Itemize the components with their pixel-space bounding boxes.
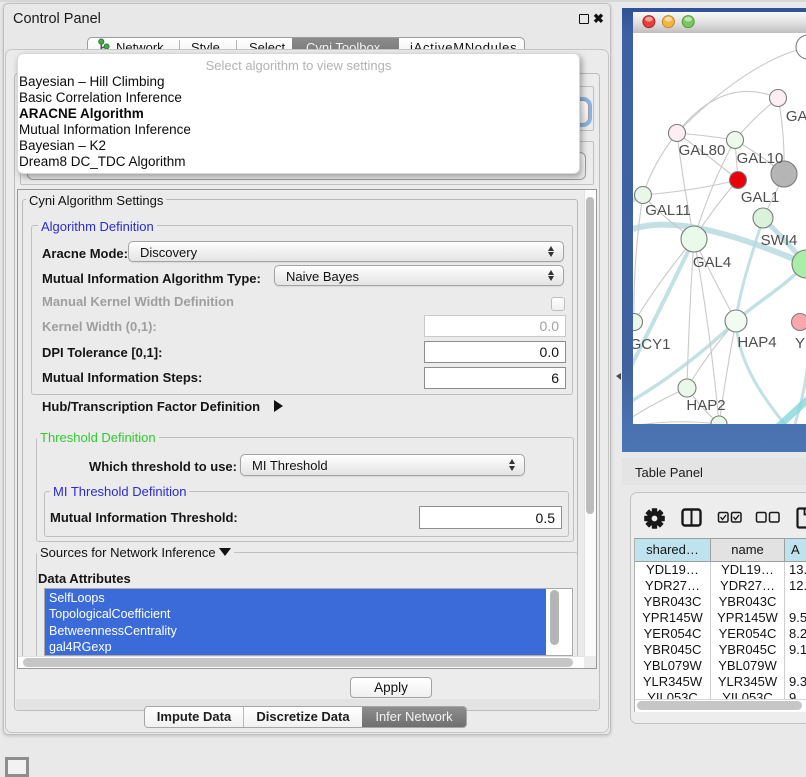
svg-text:HAP4: HAP4 (737, 334, 776, 351)
svg-text:HAP2: HAP2 (686, 397, 725, 414)
svg-text:GAL2: GAL2 (786, 108, 806, 125)
svg-text:Y: Y (795, 335, 805, 352)
svg-text:GAL1: GAL1 (741, 189, 779, 206)
svg-text:GAL80: GAL80 (679, 142, 726, 159)
svg-text:GCY1: GCY1 (633, 336, 670, 353)
svg-text:GAL11: GAL11 (645, 202, 691, 219)
svg-text:GAL4: GAL4 (693, 254, 731, 271)
svg-text:SWI4: SWI4 (761, 232, 798, 249)
svg-text:GAL10: GAL10 (737, 150, 784, 167)
